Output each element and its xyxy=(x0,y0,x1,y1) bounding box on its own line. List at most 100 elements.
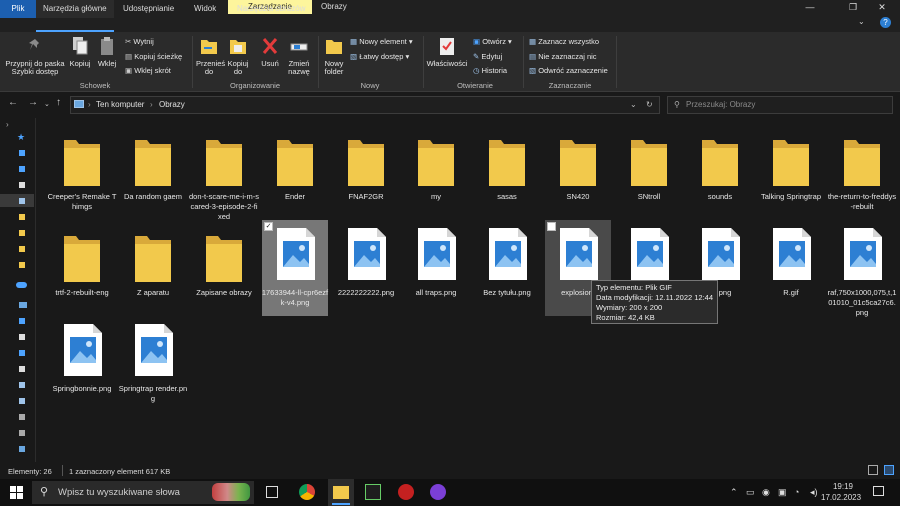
folder-item[interactable]: FNAF2GR xyxy=(333,124,399,220)
display-icon[interactable]: ▣ xyxy=(778,487,787,498)
select-all-button[interactable]: ▦ Zaznacz wszystko xyxy=(529,37,599,46)
forward-arrow-icon[interactable]: → xyxy=(28,97,38,108)
expand-collapse-icon[interactable]: › xyxy=(6,120,9,129)
windows-start-icon[interactable] xyxy=(10,486,23,499)
folder-icon[interactable] xyxy=(19,246,25,252)
tab-share[interactable]: Udostępnianie xyxy=(116,0,181,18)
tab-view[interactable]: Widok xyxy=(187,0,223,18)
app-icon[interactable] xyxy=(430,484,446,500)
network-icon[interactable]: ◉ xyxy=(762,487,770,498)
new-item-button[interactable]: ▦ Nowy element ▾ xyxy=(350,37,413,46)
chrome-icon[interactable] xyxy=(299,484,315,500)
open-button[interactable]: ▣ Otwórz ▾ xyxy=(473,37,512,46)
minimize-button[interactable]: — xyxy=(796,0,824,14)
folder-item[interactable]: Da random gaem xyxy=(120,124,186,220)
cut-button[interactable]: ✂ Wytnij xyxy=(125,37,154,46)
task-view-icon[interactable] xyxy=(266,486,278,498)
tab-file[interactable]: Plik xyxy=(0,0,36,18)
app-icon[interactable] xyxy=(365,484,381,500)
notifications-icon[interactable] xyxy=(873,486,884,496)
image-file-item[interactable]: ✓ 17633944-ll-cpr6ezfk-v4.png xyxy=(262,220,328,316)
folder-icon[interactable] xyxy=(19,230,25,236)
selection-checkbox[interactable]: ✓ xyxy=(264,222,273,231)
paste-button[interactable]: Wklej xyxy=(95,36,119,80)
easy-access-button[interactable]: ▧ Łatwy dostęp ▾ xyxy=(350,52,409,61)
image-file-item[interactable]: 2222222222.png xyxy=(333,220,399,316)
image-file-item[interactable]: R.gif xyxy=(758,220,824,316)
back-arrow-icon[interactable]: ← xyxy=(8,97,18,108)
expand-ribbon-icon[interactable]: ⌄ xyxy=(858,17,865,26)
tab-picture-tools[interactable]: Narzędzia obrazów xyxy=(230,0,312,18)
refresh-icon[interactable]: ↻ xyxy=(646,100,653,109)
battery-icon[interactable]: ▭ xyxy=(746,487,755,498)
new-folder-button[interactable]: Nowy folder xyxy=(320,36,348,80)
drive-icon[interactable] xyxy=(19,414,25,420)
pictures-icon[interactable] xyxy=(19,382,25,388)
drive-icon[interactable] xyxy=(19,430,25,436)
app-icon[interactable] xyxy=(398,484,414,500)
up-arrow-icon[interactable]: ↑ xyxy=(56,97,61,108)
copy-to-button[interactable]: Kopiuj do xyxy=(225,36,251,80)
image-file-item[interactable]: all traps.png xyxy=(403,220,469,316)
clock-time[interactable]: 19:19 xyxy=(832,482,854,491)
folder-item[interactable]: my xyxy=(403,124,469,220)
invert-selection-button[interactable]: ▧ Odwróć zaznaczenie xyxy=(529,66,608,75)
downloads-icon[interactable] xyxy=(19,166,25,172)
quick-access-star-icon[interactable]: ★ xyxy=(17,132,25,143)
breadcrumb-pictures[interactable]: Obrazy xyxy=(159,100,185,109)
music-icon[interactable] xyxy=(19,366,25,372)
desktop-icon[interactable] xyxy=(19,318,25,324)
pin-quick-access-button[interactable]: Przypnij do paska Szybki dostęp xyxy=(4,36,66,80)
folder-icon[interactable] xyxy=(19,214,25,220)
folder-item[interactable]: Creeper's Remake Thimgs xyxy=(48,124,116,220)
folder-item[interactable]: sasas xyxy=(474,124,540,220)
copy-button[interactable]: Kopiuj xyxy=(68,36,92,80)
folder-icon[interactable] xyxy=(19,262,25,268)
close-button[interactable]: ✕ xyxy=(868,0,896,14)
downloads-icon[interactable] xyxy=(19,350,25,356)
wifi-icon[interactable]: ◔ xyxy=(794,487,799,497)
recent-locations-icon[interactable]: ⌄ xyxy=(44,100,50,108)
clock-date[interactable]: 17.02.2023 xyxy=(821,493,861,502)
image-file-item[interactable]: raf,750x1000,075,t,101010_01c5ca27c6.png xyxy=(828,220,896,317)
folder-item[interactable]: trtf-2-rebuilt-eng xyxy=(49,220,115,316)
copy-path-button[interactable]: ▤ Kopiuj ścieżkę xyxy=(125,52,182,61)
folder-item[interactable]: the-return-to-freddys-rebuilt xyxy=(828,124,896,220)
desktop-icon[interactable] xyxy=(19,150,25,156)
folder-item[interactable]: Z aparatu xyxy=(120,220,186,316)
image-file-item[interactable]: Springtrap render.png xyxy=(119,316,187,412)
selection-checkbox[interactable] xyxy=(547,222,556,231)
folder-item[interactable]: sounds xyxy=(687,124,753,220)
image-file-item[interactable]: Springbonnie.png xyxy=(49,316,115,412)
properties-button[interactable]: Właściwości xyxy=(425,36,469,80)
paste-shortcut-button[interactable]: ▣ Wklej skrót xyxy=(125,66,171,75)
network-icon[interactable] xyxy=(19,446,25,452)
select-none-button[interactable]: ▤ Nie zaznaczaj nic xyxy=(529,52,597,61)
tab-home[interactable]: Narzędzia główne xyxy=(36,0,114,18)
folder-item[interactable]: Talking Springtrap xyxy=(758,124,824,220)
videos-icon[interactable] xyxy=(19,398,25,404)
this-pc-icon[interactable] xyxy=(19,302,27,308)
edit-button[interactable]: ✎ Edytuj xyxy=(473,52,502,61)
folder-item[interactable]: Zapisane obrazy xyxy=(191,220,257,316)
folder-item[interactable]: SNtroll xyxy=(616,124,682,220)
volume-icon[interactable]: ◂) xyxy=(810,487,818,498)
rename-button[interactable]: Zmień nazwę xyxy=(285,36,313,80)
large-icons-view-icon[interactable] xyxy=(884,465,894,475)
history-button[interactable]: ◷ Historia xyxy=(473,66,507,75)
folder-item[interactable]: don-t-scare-me-i-m-scared-3-episode-2-fi… xyxy=(189,124,259,221)
details-view-icon[interactable] xyxy=(868,465,878,475)
documents-icon[interactable] xyxy=(19,182,25,188)
move-to-button[interactable]: Przenieś do xyxy=(196,36,225,80)
breadcrumb-this-pc[interactable]: Ten komputer xyxy=(96,100,144,109)
file-explorer-icon[interactable] xyxy=(333,486,349,499)
maximize-button[interactable]: ❐ xyxy=(839,0,867,14)
documents-icon[interactable] xyxy=(19,334,25,340)
image-file-item[interactable]: Bez tytułu.png xyxy=(474,220,540,316)
delete-button[interactable]: Usuń xyxy=(258,36,282,80)
help-button[interactable]: ? xyxy=(880,17,891,28)
onedrive-icon[interactable] xyxy=(16,282,27,288)
folder-item[interactable]: SN420 xyxy=(545,124,611,220)
show-hidden-icons-icon[interactable]: ⌃ xyxy=(730,487,738,498)
address-dropdown-icon[interactable]: ⌄ xyxy=(630,100,637,109)
